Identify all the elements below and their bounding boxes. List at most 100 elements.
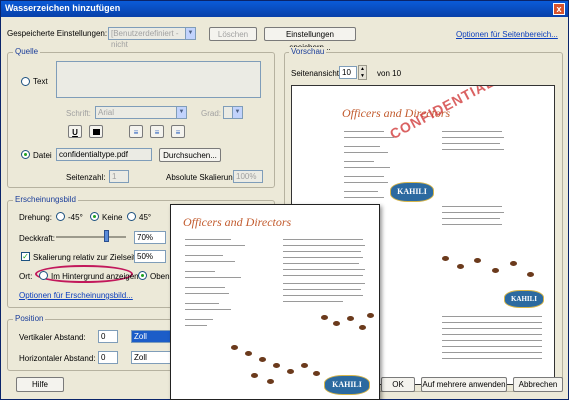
coffee-bean-image (347, 316, 354, 321)
text-line (442, 352, 542, 353)
page-view-field[interactable]: 10 (339, 66, 357, 79)
horizontal-distance-label: Horizontaler Abstand: (19, 354, 96, 363)
text-line (344, 176, 384, 177)
font-value: Arial (98, 108, 115, 117)
size-select[interactable]: ▼ (223, 106, 243, 119)
page-number-field[interactable]: 1 (109, 170, 129, 183)
size-label: Grad: (201, 109, 222, 118)
absolute-scale-field[interactable]: 100% (233, 170, 263, 183)
ok-button[interactable]: OK (381, 377, 415, 392)
color-button[interactable] (89, 125, 103, 138)
title-bar: Wasserzeichen hinzufügen x (1, 1, 568, 17)
rotation-label: Drehung: (19, 213, 52, 222)
coffee-bean-image (273, 363, 280, 368)
text-line (185, 309, 231, 310)
text-line (344, 137, 394, 138)
text-input[interactable] (56, 61, 261, 98)
align-right-icon[interactable]: ≡ (171, 125, 185, 138)
rotation-45-label: 45° (139, 213, 152, 222)
text-line (442, 316, 542, 317)
browse-button[interactable]: Durchsuchen... (159, 148, 221, 162)
text-line (344, 152, 388, 153)
file-radio[interactable] (21, 150, 30, 159)
save-settings-button[interactable]: Einstellungen speichern... (264, 27, 356, 52)
appearance-options-link[interactable]: Optionen für Erscheinungsbild... (19, 291, 133, 300)
text-line (442, 358, 542, 359)
coffee-bean-image (259, 357, 266, 362)
source-group-label: Quelle (13, 47, 41, 56)
text-line (185, 287, 225, 288)
text-line (185, 277, 241, 278)
apply-multiple-button[interactable]: Auf mehrere anwenden (421, 377, 507, 392)
align-left-icon[interactable]: ≡ (129, 125, 143, 138)
appearance-group-label: Erscheinungsbild (13, 195, 78, 204)
text-radio-label: Text (33, 77, 48, 86)
coffee-bean-image (251, 373, 258, 378)
text-line (442, 206, 502, 207)
text-line (283, 275, 363, 276)
vertical-unit-select[interactable]: Zoll (131, 330, 175, 343)
opacity-slider-handle[interactable] (104, 230, 109, 242)
opacity-slider-track[interactable] (56, 236, 126, 238)
page-number-label: Seitenzahl: (66, 173, 106, 182)
scale-relative-field[interactable]: 50% (134, 250, 166, 263)
underline-button[interactable]: U (68, 125, 82, 138)
text-line (283, 245, 365, 246)
text-line (442, 340, 542, 341)
align-center-icon[interactable]: ≡ (150, 125, 164, 138)
text-line (442, 346, 542, 347)
coffee-bean-image (333, 321, 340, 326)
delete-button[interactable]: Löschen (209, 27, 257, 41)
preview-page-overlay: Officers and Directors KAHILI (170, 204, 380, 400)
absolute-scale-label: Absolute Skalierung: (166, 173, 240, 182)
preview-group-label: Vorschau (289, 47, 327, 56)
text-line (185, 319, 213, 320)
text-line (185, 293, 229, 294)
coffee-bean-image (301, 363, 308, 368)
text-line (344, 131, 384, 132)
chevron-down-icon: ▼ (232, 107, 242, 118)
rotation-minus45-radio[interactable] (56, 212, 65, 221)
scale-relative-checkbox[interactable]: ✓ (21, 252, 30, 261)
rotation-45-radio[interactable] (127, 212, 136, 221)
page-spinner-icon[interactable]: ▲ ▼ (358, 65, 367, 80)
text-radio[interactable] (21, 77, 30, 86)
help-button[interactable]: Hilfe (16, 377, 64, 392)
coffee-bean-image (457, 264, 464, 269)
close-icon[interactable]: x (553, 3, 565, 15)
vertical-distance-field[interactable]: 0 (98, 330, 118, 343)
text-line (283, 283, 365, 284)
coffee-bean-image (267, 379, 274, 384)
text-line (185, 255, 223, 256)
cancel-button[interactable]: Abbrechen (513, 377, 563, 392)
file-path-field[interactable]: confidentialtype.pdf (56, 148, 152, 161)
font-select[interactable]: Arial ▼ (95, 106, 187, 119)
saved-settings-select[interactable]: [Benutzerdefiniert - nicht ▼ (108, 27, 196, 49)
page-view-label: Seitenansicht (291, 69, 340, 78)
text-line (442, 212, 504, 213)
text-line (442, 149, 504, 150)
logo-image-overlay: KAHILI (324, 375, 370, 395)
text-line (344, 146, 380, 147)
background-radio[interactable] (39, 271, 48, 280)
background-label: Im Hintergrund anzeigen (51, 272, 139, 281)
page-count-label: von 10 (377, 69, 402, 78)
logo-image-small: KAHILI (504, 290, 544, 308)
rotation-none-radio[interactable] (90, 212, 99, 221)
text-line (283, 251, 361, 252)
horizontal-distance-field[interactable]: 0 (98, 351, 118, 364)
rotation-minus45-label: -45° (68, 213, 83, 222)
rotation-none-label: Keine (102, 213, 123, 222)
text-line (344, 197, 384, 198)
on-top-radio[interactable] (138, 271, 147, 280)
coffee-bean-image (367, 313, 374, 318)
horizontal-unit-select[interactable]: Zoll (131, 351, 175, 364)
file-radio-label: Datei (33, 151, 52, 160)
opacity-field[interactable]: 70% (134, 231, 166, 244)
text-line (185, 271, 215, 272)
page-range-options-link[interactable]: Optionen für Seitenbereich... (456, 30, 558, 39)
position-group-label: Position (13, 314, 46, 323)
coffee-bean-image (359, 325, 366, 330)
coffee-bean-image (527, 272, 534, 277)
text-line (283, 289, 361, 290)
